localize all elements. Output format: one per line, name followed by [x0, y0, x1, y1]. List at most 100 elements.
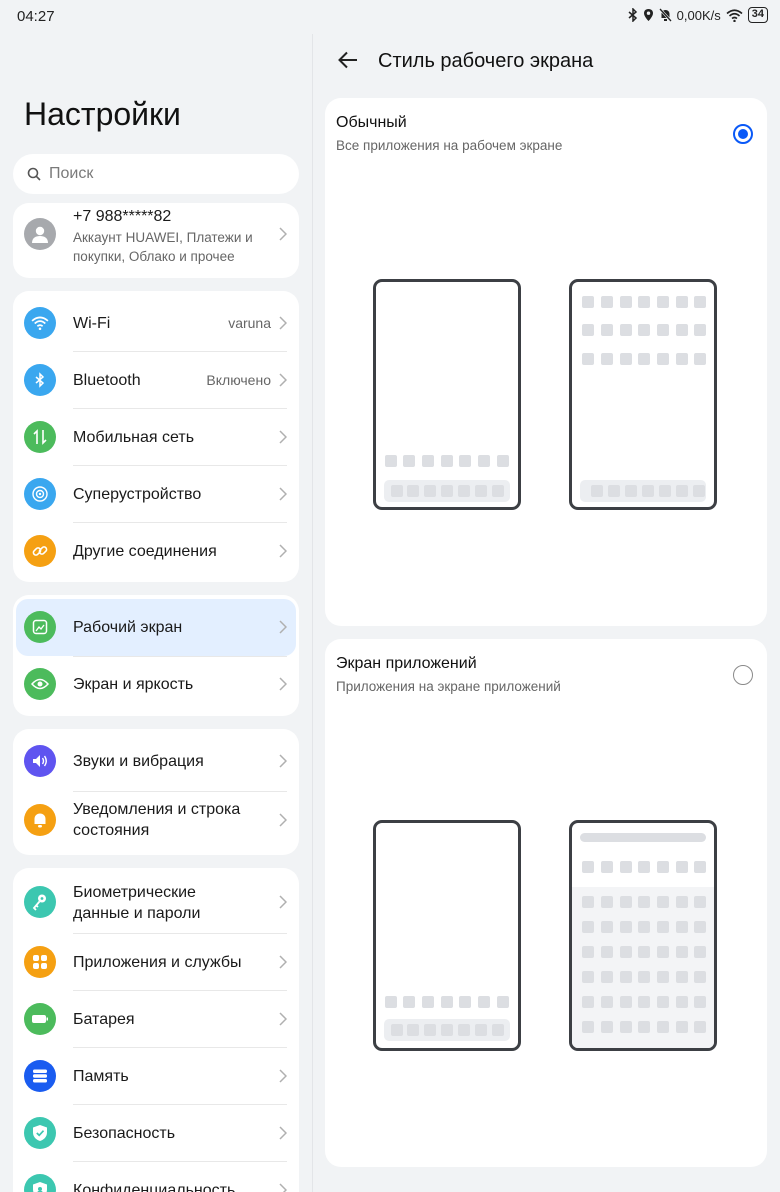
- dock-app-placeholder: [492, 485, 504, 497]
- dock-app-placeholder: [659, 485, 671, 497]
- option-title: Обычный: [336, 114, 407, 131]
- preview-phone-home-apps: [569, 279, 717, 510]
- style-option-standard[interactable]: Обычный Все приложения на рабочем экране: [325, 98, 767, 626]
- sidebar-item-bluetooth[interactable]: Bluetooth Включено: [13, 352, 299, 409]
- sidebar-item-storage[interactable]: Память: [13, 1048, 299, 1105]
- sidebar-item-battery[interactable]: Батарея: [13, 991, 299, 1048]
- sidebar-item-label-line2: данные и пароли: [73, 905, 201, 922]
- sidebar-item-label: Wi-Fi: [73, 315, 111, 332]
- account-description-line1: Аккаунт HUAWEI, Платежи и: [73, 230, 253, 245]
- search-input[interactable]: Поиск: [13, 154, 299, 194]
- chevron-right-icon: [279, 754, 287, 768]
- preview-phone-home-empty: [373, 279, 521, 510]
- style-option-app-drawer[interactable]: Экран приложений Приложения на экране пр…: [325, 639, 767, 1167]
- app-placeholder: [403, 455, 415, 467]
- app-placeholder: [601, 296, 613, 308]
- sidebar-item-other-connections[interactable]: Другие соединения: [13, 523, 299, 580]
- sidebar-item-sounds[interactable]: Звуки и вибрация: [13, 731, 299, 792]
- search-placeholder: Поиск: [49, 165, 94, 182]
- app-placeholder: [638, 996, 650, 1008]
- back-arrow-icon[interactable]: [337, 49, 359, 71]
- battery-icon: [24, 1003, 56, 1035]
- app-placeholder: [620, 1021, 632, 1033]
- app-placeholder: [582, 971, 594, 983]
- sound-notification-group: Звуки и вибрация Уведомления и строка со…: [13, 729, 299, 855]
- dock-app-placeholder: [424, 1024, 436, 1036]
- settings-title: Настройки: [24, 96, 181, 132]
- app-placeholder: [403, 996, 415, 1008]
- dock: [580, 480, 706, 502]
- chevron-right-icon: [279, 227, 287, 241]
- sidebar-item-label-line1: Биометрические: [73, 884, 196, 901]
- sidebar-item-label: Конфиденциальность: [73, 1182, 236, 1192]
- sidebar-item-privacy[interactable]: Конфиденциальность: [13, 1162, 299, 1192]
- bluetooth-icon: [628, 8, 637, 22]
- option-subtitle: Приложения на экране приложений: [336, 679, 561, 694]
- app-placeholder: [676, 996, 688, 1008]
- dock-app-placeholder: [407, 485, 419, 497]
- shield-icon: [24, 1117, 56, 1149]
- app-placeholder: [657, 996, 669, 1008]
- sidebar-item-wifi[interactable]: Wi-Fi varuna: [13, 295, 299, 352]
- app-placeholder: [638, 296, 650, 308]
- chevron-right-icon: [279, 677, 287, 691]
- chevron-right-icon: [279, 1183, 287, 1192]
- status-icons: 0,00K/s 34: [628, 7, 768, 23]
- wifi-icon: [24, 307, 56, 339]
- drawer-search-bar: [580, 833, 706, 842]
- system-group: Биометрические данные и пароли Приложени…: [13, 868, 299, 1192]
- app-placeholder: [620, 996, 632, 1008]
- sidebar-item-label: Мобильная сеть: [73, 429, 195, 446]
- sidebar-item-home-screen[interactable]: Рабочий экран: [16, 599, 296, 656]
- app-placeholder: [601, 861, 613, 873]
- super-device-icon: [24, 478, 56, 510]
- dock-app-placeholder: [625, 485, 637, 497]
- app-placeholder: [638, 1021, 650, 1033]
- app-placeholder: [582, 946, 594, 958]
- app-placeholder: [638, 861, 650, 873]
- chevron-right-icon: [279, 895, 287, 909]
- app-placeholder: [694, 324, 706, 336]
- sidebar-item-display-brightness[interactable]: Экран и яркость: [13, 656, 299, 713]
- sidebar-item-notifications[interactable]: Уведомления и строка состояния: [13, 792, 299, 855]
- link-icon: [24, 535, 56, 567]
- app-placeholder: [676, 921, 688, 933]
- app-placeholder: [459, 996, 471, 1008]
- app-placeholder: [422, 996, 434, 1008]
- dock-app-placeholder: [475, 1024, 487, 1036]
- wifi-network-value: varuna: [228, 315, 271, 331]
- connectivity-group: Wi-Fi varuna Bluetooth Включено Мобильна…: [13, 291, 299, 582]
- app-placeholder: [638, 896, 650, 908]
- network-speed: 0,00K/s: [676, 7, 721, 23]
- bell-icon: [24, 804, 56, 836]
- sidebar-item-super-device[interactable]: Суперустройство: [13, 466, 299, 523]
- app-placeholder: [582, 1021, 594, 1033]
- app-placeholder: [441, 455, 453, 467]
- location-icon: [643, 9, 653, 21]
- sidebar-item-mobile-network[interactable]: Мобильная сеть: [13, 409, 299, 466]
- sidebar-item-apps[interactable]: Приложения и службы: [13, 934, 299, 991]
- app-placeholder: [441, 996, 453, 1008]
- dock: [384, 1019, 510, 1041]
- sidebar-item-biometrics[interactable]: Биометрические данные и пароли: [13, 868, 299, 934]
- account-card[interactable]: +7 988*****82 Аккаунт HUAWEI, Платежи и …: [13, 203, 299, 278]
- display-group: Рабочий экран Экран и яркость: [13, 595, 299, 716]
- sidebar-item-label: Приложения и службы: [73, 954, 242, 971]
- battery-indicator: 34: [747, 7, 768, 23]
- radio-button-selected[interactable]: [733, 124, 753, 144]
- app-placeholder: [582, 996, 594, 1008]
- panel-divider: [312, 34, 313, 1192]
- sidebar-item-security[interactable]: Безопасность: [13, 1105, 299, 1162]
- page-title: Стиль рабочего экрана: [378, 50, 594, 72]
- chevron-right-icon: [279, 813, 287, 827]
- app-placeholder: [601, 921, 613, 933]
- app-placeholder: [582, 921, 594, 933]
- app-placeholder: [657, 946, 669, 958]
- app-placeholder: [694, 946, 706, 958]
- chevron-right-icon: [279, 1069, 287, 1083]
- app-placeholder: [694, 921, 706, 933]
- radio-button-unselected[interactable]: [733, 665, 753, 685]
- option-subtitle: Все приложения на рабочем экране: [336, 138, 563, 153]
- app-placeholder: [582, 324, 594, 336]
- status-time: 04:27: [17, 8, 55, 25]
